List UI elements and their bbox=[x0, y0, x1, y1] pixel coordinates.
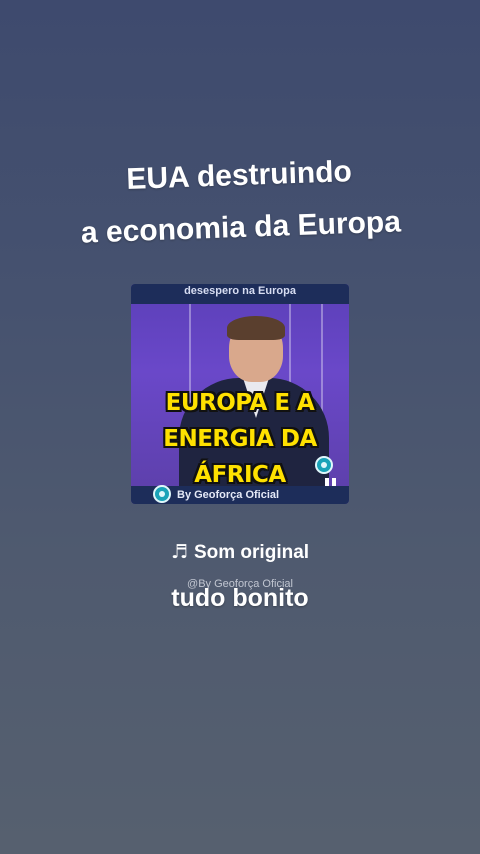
thumbnail-top-banner: desespero na Europa bbox=[131, 284, 349, 304]
channel-logo-icon bbox=[315, 456, 333, 474]
caption-line-2: ENERGIA DA bbox=[163, 426, 317, 452]
headline-text: EUA destruindo a economia da Europa bbox=[0, 142, 480, 263]
speaker-hair bbox=[227, 316, 285, 340]
channel-logo-icon bbox=[153, 485, 171, 503]
caption-line-1: EUROPA E A bbox=[165, 390, 315, 416]
video-thumbnail[interactable]: desespero na Europa EUROPA E A ENERGIA D… bbox=[131, 284, 349, 504]
sound-label: Som original bbox=[193, 542, 310, 563]
subtitle-text: tudo bonito bbox=[171, 584, 309, 612]
music-note-icon: ♬ bbox=[170, 541, 188, 563]
video-screen[interactable]: EUA destruindo a economia da Europa dese… bbox=[0, 0, 480, 854]
original-sound-link[interactable]: ♬ Som original bbox=[0, 541, 480, 564]
